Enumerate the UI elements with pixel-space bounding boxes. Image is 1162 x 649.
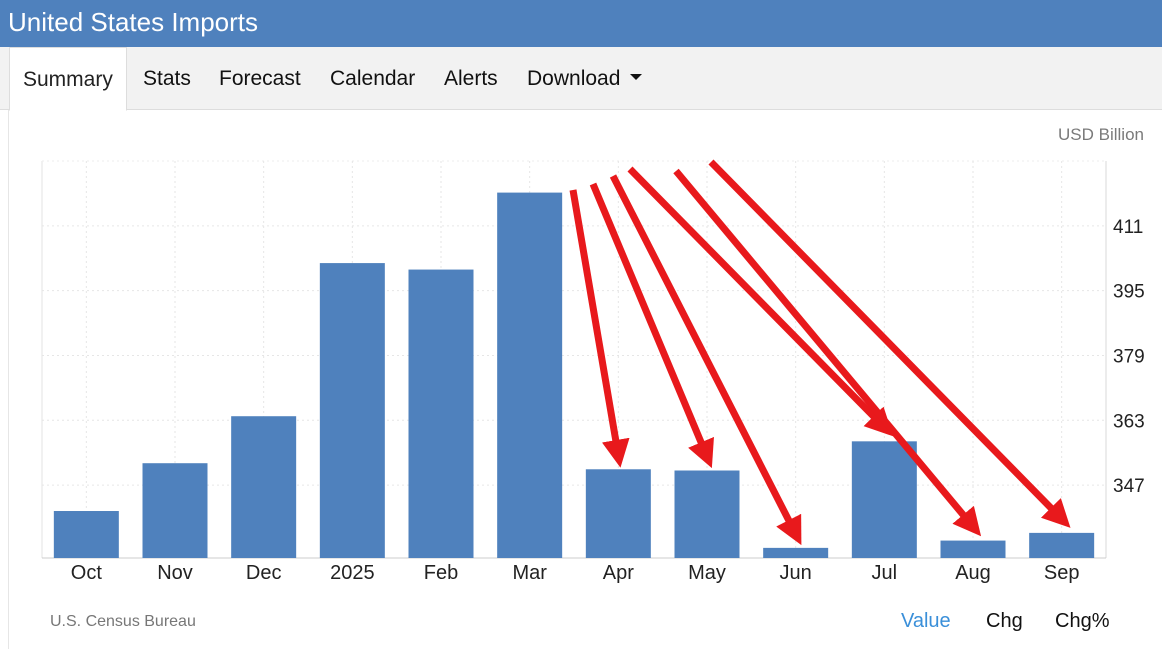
x-tick-label: May bbox=[688, 562, 726, 584]
value-toggle[interactable]: Value bbox=[901, 610, 951, 633]
bar-jun bbox=[763, 547, 829, 558]
chart-bars bbox=[53, 192, 1095, 558]
imports-bar-chart: Oct Nov Dec 2025 Feb Mar Apr May Jun Jul Aug Sep 34… bbox=[41, 159, 1145, 584]
change-percent-toggle[interactable]: Chg% bbox=[1055, 610, 1109, 633]
bar-jul bbox=[851, 441, 917, 558]
bar-oct bbox=[53, 511, 119, 558]
x-tick-label: Feb bbox=[424, 562, 458, 584]
y-tick-label: 411 bbox=[1113, 217, 1143, 238]
bar-aug bbox=[940, 540, 1006, 558]
x-tick-label: Apr bbox=[603, 562, 634, 584]
bar-sep bbox=[1029, 532, 1095, 558]
bar-nov bbox=[142, 463, 208, 558]
y-axis-labels: 347 363 379 395 411 bbox=[1113, 217, 1145, 497]
bar-apr bbox=[585, 469, 651, 558]
y-tick-label: 379 bbox=[1113, 346, 1145, 367]
x-tick-label: Jun bbox=[780, 562, 812, 584]
x-axis-labels: Oct Nov Dec 2025 Feb Mar Apr May Jun Jul Aug Sep bbox=[71, 562, 1080, 584]
bar-mar bbox=[497, 192, 563, 558]
y-tick-label: 363 bbox=[1113, 411, 1145, 432]
x-tick-label: Aug bbox=[955, 562, 991, 584]
x-tick-label: Jul bbox=[872, 562, 898, 584]
change-toggle[interactable]: Chg bbox=[986, 610, 1023, 633]
x-tick-label: Nov bbox=[157, 562, 193, 584]
bar-dec bbox=[231, 416, 297, 558]
bar-2025 bbox=[319, 263, 385, 558]
y-tick-label: 347 bbox=[1113, 476, 1145, 497]
source-label: U.S. Census Bureau bbox=[50, 613, 196, 630]
x-tick-label: Mar bbox=[512, 562, 547, 584]
x-tick-label: Oct bbox=[71, 562, 103, 584]
x-tick-label: Sep bbox=[1044, 562, 1080, 584]
x-tick-label: Dec bbox=[246, 562, 282, 584]
bar-may bbox=[674, 470, 740, 558]
x-tick-label: 2025 bbox=[330, 562, 375, 584]
y-tick-label: 395 bbox=[1113, 282, 1145, 303]
bar-feb bbox=[408, 269, 474, 558]
